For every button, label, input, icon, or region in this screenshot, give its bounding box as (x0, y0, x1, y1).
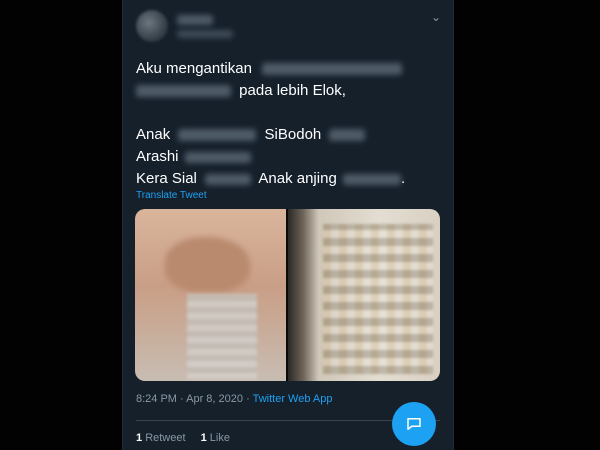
tweet-stats: 1 Retweet 1 Like (136, 432, 242, 444)
tweet-media (135, 209, 440, 381)
tweet-line: Aku mengantikan (136, 58, 436, 80)
tweet-timestamp[interactable]: 8:24 PM · Apr 8, 2020 · (136, 393, 250, 405)
tweet-line: Anak SiBodoh (136, 124, 436, 146)
tweet-source-app[interactable]: Twitter Web App (253, 393, 333, 405)
media-photo-left[interactable] (135, 209, 286, 381)
redacted-text (136, 85, 231, 98)
translate-tweet-link[interactable]: Translate Tweet (136, 190, 207, 201)
compose-button[interactable] (392, 402, 436, 446)
redacted-text (329, 129, 366, 142)
compose-reply-icon (407, 418, 421, 430)
tweet-text: Aku mengantikan pada lebih Elok, Anak Si… (136, 58, 436, 190)
pixelated-region (323, 224, 433, 374)
pixelated-region (187, 294, 257, 379)
tweet-line: Arashi (136, 146, 436, 168)
media-photo-right[interactable] (288, 209, 440, 381)
tweet-text-fragment: Kera Sial (136, 170, 197, 187)
redacted-text (205, 173, 252, 185)
tweet-line-gap (136, 102, 436, 124)
tweet-line: pada lebih Elok, (136, 80, 436, 102)
tweet-meta: 8:24 PM · Apr 8, 2020 · Twitter Web App (136, 393, 332, 405)
redacted-text (262, 63, 403, 76)
retweet-stat[interactable]: 1 Retweet (136, 432, 189, 444)
tweet-text-fragment: Anak (136, 126, 171, 143)
tweet-text-fragment: pada lebih Elok, (239, 82, 346, 99)
tweet-text-fragment: Aku mengantikan (136, 60, 252, 77)
redacted-text (178, 129, 257, 142)
redacted-handle (177, 30, 233, 38)
blurred-photo-region (165, 237, 250, 292)
like-stat[interactable]: 1 Like (201, 432, 230, 444)
tweet-text-fragment: Arashi (136, 148, 179, 165)
tweet-text-fragment: SiBodoh (264, 126, 322, 143)
like-label: Like (209, 432, 230, 444)
redacted-text (342, 173, 401, 185)
redacted-display-name (177, 15, 213, 25)
tweet-text-fragment: Anak anjing (258, 170, 337, 187)
redacted-text (184, 151, 251, 163)
retweet-count: 1 (136, 432, 143, 444)
tweet-text-fragment: . (400, 170, 406, 187)
avatar[interactable] (136, 10, 168, 42)
like-count: 1 (200, 432, 207, 444)
tweet-card: ⌄ Aku mengantikan pada lebih Elok, Anak … (122, 0, 454, 450)
retweet-label: Retweet (145, 432, 186, 444)
chevron-down-icon[interactable]: ⌄ (431, 10, 441, 24)
tweet-line: Kera Sial Anak anjing . (136, 168, 436, 190)
